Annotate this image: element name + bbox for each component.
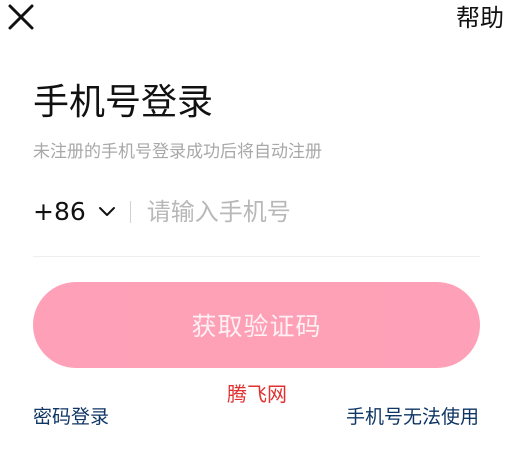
phone-input-row: +86 [33, 190, 480, 234]
close-icon [8, 4, 34, 30]
get-verification-code-label: 获取验证码 [191, 312, 322, 341]
page-subtitle: 未注册的手机号登录成功后将自动注册 [33, 142, 322, 162]
watermark-text: 腾飞网 [227, 382, 287, 406]
phone-unavailable-link[interactable]: 手机号无法使用 [346, 405, 479, 429]
get-verification-code-button[interactable]: 获取验证码 [33, 282, 480, 368]
vertical-divider [129, 201, 131, 223]
country-code-selector[interactable]: +86 [33, 190, 116, 234]
chevron-down-icon [98, 207, 115, 216]
close-button[interactable] [6, 2, 36, 32]
input-underline [33, 256, 480, 257]
page-title: 手机号登录 [33, 82, 214, 123]
phone-number-input[interactable] [146, 194, 480, 230]
help-link[interactable]: 帮助 [456, 4, 504, 32]
password-login-link[interactable]: 密码登录 [33, 405, 109, 429]
country-code-label: +86 [33, 197, 86, 226]
